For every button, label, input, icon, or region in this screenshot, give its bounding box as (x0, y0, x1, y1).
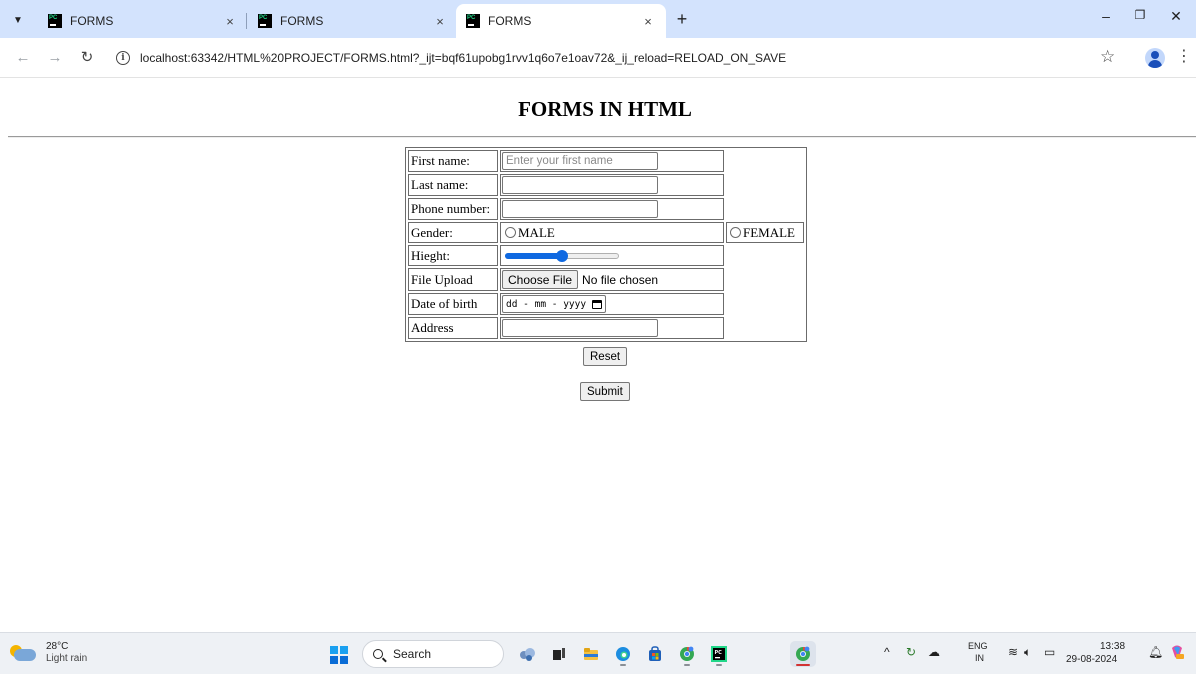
slider-thumb[interactable] (556, 249, 568, 262)
page-heading: FORMS IN HTML (518, 97, 692, 121)
first-name-label: First name: (408, 150, 498, 172)
date-of-birth-input[interactable]: dd - mm - yyyy (502, 295, 606, 313)
tray-app-icon[interactable]: ↻ (906, 645, 916, 659)
show-hidden-icons-chevron-icon[interactable]: ^ (884, 645, 890, 659)
taskbar-app-store-icon[interactable] (642, 641, 668, 667)
windows-start-icon[interactable] (330, 646, 348, 664)
language-indicator-bottom[interactable]: IN (975, 653, 984, 663)
height-label: Hieght: (408, 245, 498, 266)
file-status-text: No file chosen (582, 272, 659, 287)
taskbar-app-pycharm-icon[interactable]: PC (706, 641, 732, 667)
windows-taskbar: 28°C Light rain Search PC ^ ↻ ☁ ENG IN ≋… (0, 632, 1196, 674)
tab-forms-2[interactable]: PC FORMS × (248, 4, 458, 38)
calendar-icon[interactable] (592, 299, 602, 309)
bookmark-star-icon[interactable]: ☆ (1100, 47, 1115, 67)
browser-toolbar: ← → ↻ i localhost:63342/HTML%20PROJECT/F… (0, 38, 1196, 78)
address-bar[interactable]: i localhost:63342/HTML%20PROJECT/FORMS.h… (108, 43, 1132, 73)
volume-icon[interactable]: 🔈︎ (1024, 645, 1031, 660)
close-window-icon[interactable]: ✕ (1166, 8, 1186, 25)
phone-number-label: Phone number: (408, 198, 498, 220)
tab-title: FORMS (488, 14, 532, 28)
horizontal-rule (8, 136, 1196, 138)
weather-temperature[interactable]: 28°C (46, 641, 68, 652)
pycharm-favicon-icon: PC (258, 14, 272, 28)
reload-icon[interactable]: ↻ (76, 47, 98, 69)
page-content: FORMS IN HTML First name: Last name: Pho… (0, 79, 1196, 632)
female-radio[interactable] (730, 227, 741, 238)
table-row: First name: (408, 150, 804, 172)
female-radio-option[interactable]: FEMALE (728, 225, 802, 241)
restore-icon[interactable]: ❐ (1130, 8, 1150, 22)
male-radio[interactable] (505, 227, 516, 238)
taskbar-app-edge-icon[interactable] (610, 641, 636, 667)
tab-title: FORMS (70, 14, 114, 28)
copilot-icon[interactable] (1166, 641, 1190, 665)
search-icon (373, 649, 383, 659)
reset-button[interactable]: Reset (583, 347, 628, 366)
tab-forms-1[interactable]: PC FORMS × (38, 4, 248, 38)
date-of-birth-label: Date of birth (408, 293, 498, 315)
phone-number-input[interactable] (502, 200, 658, 218)
file-upload-control: Choose File No file chosen (502, 270, 722, 289)
taskbar-app-chrome-icon[interactable] (674, 641, 700, 667)
svg-text:PC: PC (715, 650, 723, 656)
wifi-icon[interactable]: ≋ (1008, 645, 1018, 659)
taskbar-app-chrome-active-icon[interactable] (790, 641, 816, 667)
tab-title: FORMS (280, 14, 324, 28)
tab-close-icon[interactable]: × (432, 14, 448, 29)
tab-strip: ▼ PC FORMS × PC FORMS × PC FORMS × + – ❐… (0, 0, 1196, 38)
tab-separator (246, 13, 247, 29)
profile-avatar-icon[interactable] (1145, 48, 1165, 68)
pycharm-favicon-icon: PC (48, 14, 62, 28)
choose-file-button[interactable]: Choose File (502, 270, 579, 289)
taskbar-app-task-view-icon[interactable] (546, 641, 572, 667)
table-row: Address (408, 317, 804, 339)
more-menu-icon[interactable]: ⋮ (1176, 47, 1192, 67)
site-info-icon[interactable]: i (116, 51, 130, 65)
first-name-input[interactable] (502, 152, 658, 170)
submit-button[interactable]: Submit (580, 382, 630, 401)
weather-cloud-icon[interactable] (10, 645, 38, 663)
tab-close-icon[interactable]: × (640, 14, 656, 29)
clock-date[interactable]: 29-08-2024 (1066, 654, 1117, 665)
height-slider[interactable] (505, 248, 619, 264)
onedrive-cloud-icon[interactable]: ☁ (928, 645, 940, 659)
weather-description[interactable]: Light rain (46, 653, 87, 664)
taskbar-search[interactable]: Search (362, 640, 504, 668)
address-label: Address (408, 317, 498, 339)
search-label: Search (393, 647, 432, 661)
table-row: Phone number: (408, 198, 804, 220)
female-label: FEMALE (743, 224, 795, 240)
file-upload-label: File Upload (408, 268, 498, 291)
language-indicator-top[interactable]: ENG (968, 641, 988, 651)
new-tab-button[interactable]: + (672, 9, 692, 30)
date-placeholder: dd - mm - yyyy (506, 298, 587, 310)
gender-label: Gender: (408, 222, 498, 243)
clock-time[interactable]: 13:38 (1100, 641, 1125, 652)
notification-bell-icon[interactable]: 🔔︎ (1148, 645, 1163, 659)
address-input[interactable] (502, 319, 658, 337)
table-row: File Upload Choose File No file chosen (408, 268, 804, 291)
slider-fill (505, 252, 562, 259)
taskbar-app-file-explorer-icon[interactable] (578, 641, 604, 667)
male-label: MALE (518, 224, 555, 240)
tab-forms-3-active[interactable]: PC FORMS × (456, 4, 666, 38)
table-row: Gender: MALE FEMALE (408, 222, 804, 243)
pycharm-favicon-icon: PC (466, 14, 480, 28)
last-name-label: Last name: (408, 174, 498, 196)
table-row: Hieght: (408, 245, 804, 266)
table-row: Date of birth dd - mm - yyyy (408, 293, 804, 315)
male-radio-option[interactable]: MALE (502, 225, 722, 241)
form-table: First name: Last name: Phone number: Gen… (405, 147, 807, 342)
battery-icon[interactable]: ▭ (1044, 645, 1055, 659)
tab-search-chevron-icon[interactable]: ▼ (8, 10, 28, 30)
tab-close-icon[interactable]: × (222, 14, 238, 29)
url-text[interactable]: localhost:63342/HTML%20PROJECT/FORMS.htm… (140, 51, 786, 65)
last-name-input[interactable] (502, 176, 658, 194)
back-arrow-icon[interactable]: ← (12, 47, 34, 69)
forward-arrow-icon[interactable]: → (44, 47, 66, 69)
minimize-icon[interactable]: – (1096, 8, 1116, 24)
table-row: Last name: (408, 174, 804, 196)
taskbar-app-photos-icon[interactable] (514, 641, 540, 667)
